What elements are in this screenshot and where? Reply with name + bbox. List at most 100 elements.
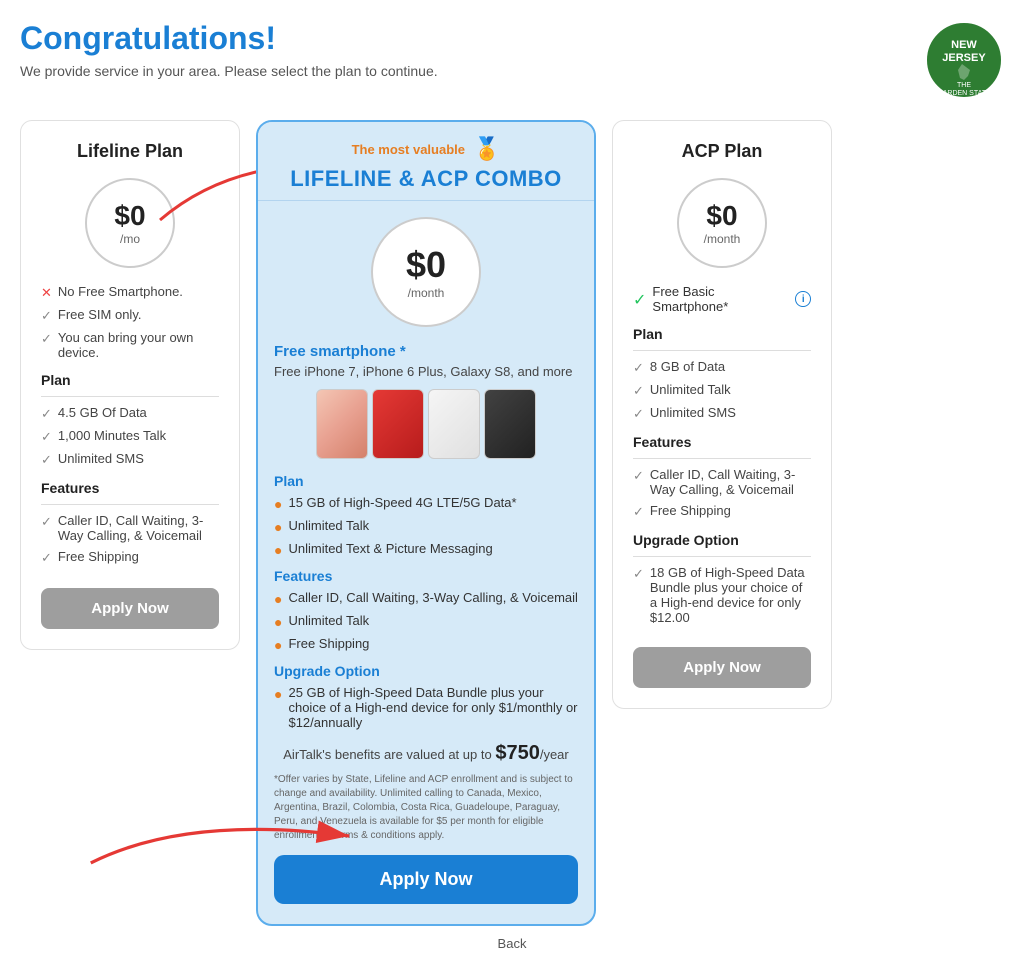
combo-badge-row: The most valuable 🏅 (274, 136, 578, 162)
divider (41, 396, 219, 397)
acp-shipping: ✓ Free Shipping (633, 503, 811, 520)
phone-red (372, 389, 424, 459)
page-subtitle: We provide service in your area. Please … (20, 63, 438, 79)
lifeline-no-smartphone-text: No Free Smartphone. (58, 284, 183, 299)
combo-most-valuable-text: The most valuable (352, 142, 465, 157)
check-icon: ✓ (633, 383, 644, 399)
check-icon: ✓ (41, 429, 52, 445)
check-icon: ✓ (633, 406, 644, 422)
check-icon: ✓ (633, 360, 644, 376)
combo-upgrade-item: ● 25 GB of High-Speed Data Bundle plus y… (274, 685, 578, 730)
lifeline-apply-button[interactable]: Apply Now (41, 588, 219, 629)
lifeline-plan-label: Plan (41, 372, 219, 388)
combo-upgrade-label: Upgrade Option (274, 663, 578, 679)
divider (633, 556, 811, 557)
lifeline-sms-text: Unlimited SMS (58, 451, 144, 466)
combo-text-text: Unlimited Text & Picture Messaging (288, 541, 492, 556)
phone-white (428, 389, 480, 459)
lifeline-features-label: Features (41, 480, 219, 496)
combo-apply-button[interactable]: Apply Now (274, 855, 578, 904)
lifeline-free-sim-text: Free SIM only. (58, 307, 142, 322)
combo-disclaimer: *Offer varies by State, Lifeline and ACP… (274, 773, 578, 843)
airtalk-period: /year (540, 747, 569, 762)
combo-talk-text: Unlimited Talk (288, 518, 369, 533)
check-icon: ✓ (41, 331, 52, 347)
lifeline-no-smartphone: ✕ No Free Smartphone. (41, 284, 219, 301)
acp-upgrade-label: Upgrade Option (633, 532, 811, 548)
combo-header: The most valuable 🏅 LIFELINE & ACP COMBO (258, 122, 594, 201)
combo-text: ● Unlimited Text & Picture Messaging (274, 541, 578, 558)
acp-talk-text: Unlimited Talk (650, 382, 731, 397)
lifeline-sms: ✓ Unlimited SMS (41, 451, 219, 468)
svg-text:JERSEY: JERSEY (942, 52, 986, 64)
orange-dot-icon: ● (274, 637, 282, 653)
lifeline-price: $0 (114, 200, 145, 232)
combo-voicemail-text: Caller ID, Call Waiting, 3-Way Calling, … (288, 590, 577, 605)
check-icon: ✓ (41, 452, 52, 468)
combo-title: LIFELINE & ACP COMBO (274, 166, 578, 192)
combo-free-smartphone-label: Free smartphone * (274, 343, 578, 360)
lifeline-talk: ✓ 1,000 Minutes Talk (41, 428, 219, 445)
back-link[interactable]: Back (20, 936, 1004, 951)
lifeline-price-circle: $0 /mo (85, 178, 175, 268)
lifeline-voicemail-text: Caller ID, Call Waiting, 3-Way Calling, … (58, 513, 219, 543)
airtalk-value: AirTalk's benefits are valued at up to $… (274, 742, 578, 765)
combo-data-text: 15 GB of High-Speed 4G LTE/5G Data* (288, 495, 516, 510)
acp-period: /month (704, 232, 741, 246)
lifeline-byod-text: You can bring your own device. (58, 330, 219, 360)
phone-images (274, 389, 578, 459)
acp-upgrade-text: 18 GB of High-Speed Data Bundle plus you… (650, 565, 811, 625)
lifeline-period: /mo (120, 232, 140, 246)
combo-plan-card: The most valuable 🏅 LIFELINE & ACP COMBO… (256, 120, 596, 926)
acp-shipping-text: Free Shipping (650, 503, 731, 518)
acp-talk: ✓ Unlimited Talk (633, 382, 811, 399)
lifeline-plan-title: Lifeline Plan (41, 141, 219, 162)
acp-sms: ✓ Unlimited SMS (633, 405, 811, 422)
combo-unlimited-talk-text: Unlimited Talk (288, 613, 369, 628)
combo-period: /month (408, 286, 445, 300)
lifeline-plan-card: Lifeline Plan $0 /mo ✕ No Free Smartphon… (20, 120, 240, 650)
divider (633, 458, 811, 459)
combo-voicemail: ● Caller ID, Call Waiting, 3-Way Calling… (274, 590, 578, 607)
orange-dot-icon: ● (274, 542, 282, 558)
green-check-icon: ✓ (633, 290, 646, 310)
plans-container: Lifeline Plan $0 /mo ✕ No Free Smartphon… (20, 120, 1004, 926)
check-icon: ✓ (633, 504, 644, 520)
acp-price-circle: $0 /month (677, 178, 767, 268)
svg-text:THE: THE (957, 82, 971, 89)
combo-data: ● 15 GB of High-Speed 4G LTE/5G Data* (274, 495, 578, 512)
check-icon: ✓ (41, 514, 52, 530)
acp-plan-label: Plan (633, 326, 811, 342)
check-icon: ✓ (633, 468, 644, 484)
orange-dot-icon: ● (274, 614, 282, 630)
svg-text:NEW: NEW (951, 39, 977, 51)
medal-icon: 🏅 (473, 136, 500, 162)
orange-dot-icon: ● (274, 591, 282, 607)
cross-icon: ✕ (41, 285, 52, 301)
acp-data-text: 8 GB of Data (650, 359, 725, 374)
phone-rose (316, 389, 368, 459)
acp-plan-card: ACP Plan $0 /month ✓ Free Basic Smartpho… (612, 120, 832, 709)
svg-text:GARDEN STATE: GARDEN STATE (937, 90, 991, 97)
acp-apply-button[interactable]: Apply Now (633, 647, 811, 688)
nj-state-logo: NEW JERSEY THE GARDEN STATE (924, 20, 1004, 100)
combo-features-label: Features (274, 568, 578, 584)
info-icon[interactable]: i (795, 291, 811, 307)
orange-dot-icon: ● (274, 519, 282, 535)
acp-price: $0 (706, 200, 737, 232)
combo-price: $0 (406, 244, 446, 286)
lifeline-data-text: 4.5 GB Of Data (58, 405, 147, 420)
combo-free-shipping-text: Free Shipping (288, 636, 369, 651)
check-icon: ✓ (633, 566, 644, 582)
divider (41, 504, 219, 505)
acp-free-phone-row: ✓ Free Basic Smartphone* i (633, 284, 811, 314)
acp-free-phone-text: Free Basic Smartphone* (652, 284, 789, 314)
orange-dot-icon: ● (274, 686, 282, 702)
lifeline-shipping-text: Free Shipping (58, 549, 139, 564)
lifeline-voicemail: ✓ Caller ID, Call Waiting, 3-Way Calling… (41, 513, 219, 543)
acp-voicemail-text: Caller ID, Call Waiting, 3-Way Calling, … (650, 467, 811, 497)
orange-dot-icon: ● (274, 496, 282, 512)
acp-upgrade-item: ✓ 18 GB of High-Speed Data Bundle plus y… (633, 565, 811, 625)
acp-sms-text: Unlimited SMS (650, 405, 736, 420)
acp-data: ✓ 8 GB of Data (633, 359, 811, 376)
